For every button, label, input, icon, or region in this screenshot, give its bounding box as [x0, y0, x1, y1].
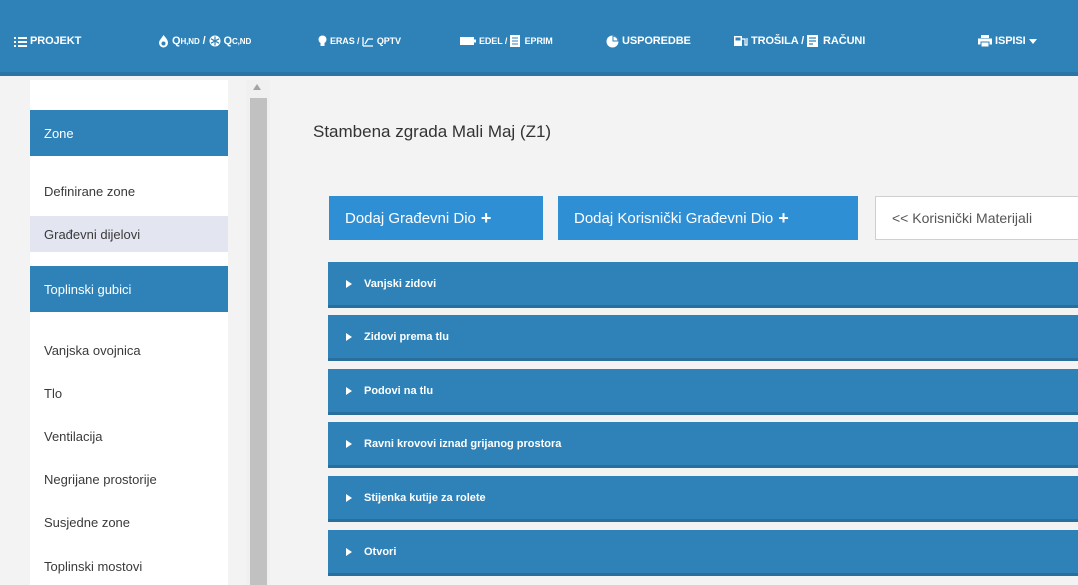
nav-edel-eprim[interactable]: EDEL / EPRIM: [460, 33, 553, 49]
korisnicki-materijali-label: << Korisnički Materijali: [892, 210, 1033, 226]
nav-projekt[interactable]: PROJEKT: [14, 33, 81, 49]
sidebar-item-vanjska-ovojnica[interactable]: Vanjska ovojnica: [30, 332, 228, 368]
panel-stijenka-kutije[interactable]: Stijenka kutije za rolete: [328, 476, 1078, 522]
fuel-pump-icon: [734, 36, 748, 46]
q-h-sub: H,ND: [180, 36, 200, 46]
scrollbar-thumb[interactable]: [250, 98, 267, 585]
nav-ispisi-dropdown[interactable]: ISPISI: [978, 33, 1040, 49]
page-title: Stambena zgrada Mali Maj (Z1): [313, 122, 552, 141]
sidebar-scrollbar[interactable]: [246, 80, 270, 585]
caret-right-icon: [346, 332, 352, 341]
sidebar-item-susjedne-zone[interactable]: Susjedne zone: [30, 504, 228, 540]
panel-ravni-krovovi[interactable]: Ravni krovovi iznad grijanog prostora: [328, 422, 1078, 468]
nav-sep: /: [199, 35, 209, 47]
sidebar-header-zone[interactable]: Zone: [30, 110, 228, 156]
caret-right-icon: [346, 386, 352, 395]
sidebar-header-toplinski-gubici[interactable]: Toplinski gubici: [30, 266, 228, 312]
plus-icon: +: [480, 207, 492, 228]
nav-eras-label: ERAS /: [330, 36, 362, 46]
sidebar-item-ventilacija[interactable]: Ventilacija: [30, 418, 228, 454]
sidebar-item-tlo[interactable]: Tlo: [30, 375, 228, 411]
sidebar-item-negrijane-prostorije[interactable]: Negrijane prostorije: [30, 461, 228, 497]
add-korisnicki-dio-label: Dodaj Korisnički Građevni Dio: [574, 209, 774, 227]
caret-right-icon: [346, 547, 352, 556]
panel-title: Otvori: [364, 545, 397, 558]
nav-trosila-racuni[interactable]: TROŠILA / RAČUNI: [734, 33, 865, 49]
nav-q-nd[interactable]: Q H,ND / Q C,ND: [158, 33, 251, 49]
nav-usporedbe[interactable]: USPOREDBE: [606, 33, 691, 49]
nav-eras-qptv[interactable]: ERAS / QPTV: [318, 33, 401, 49]
sidebar: Zone Definirane zone Građevni dijelovi T…: [0, 80, 246, 585]
flame-icon: [159, 34, 168, 47]
panel-title: Stijenka kutije za rolete: [364, 491, 486, 504]
document-icon: [509, 35, 520, 47]
printer-icon: [978, 35, 992, 47]
panel-zidovi-prema-tlu[interactable]: Zidovi prema tlu: [328, 315, 1078, 361]
sidebar-item-definirane-zone[interactable]: Definirane zone: [30, 173, 228, 209]
q-h-letter: Q: [172, 35, 181, 47]
q-c-sub: C,ND: [231, 36, 252, 46]
caret-right-icon: [346, 493, 352, 502]
invoice-icon: [807, 35, 819, 47]
nav-edel-label: EDEL /: [479, 36, 510, 46]
panel-title: Ravni krovovi iznad grijanog prostora: [364, 437, 562, 450]
pie-chart-icon: [606, 35, 619, 47]
korisnicki-materijali-button[interactable]: << Korisnički Materijali: [875, 196, 1078, 240]
panel-vanjski-zidovi[interactable]: Vanjski zidovi: [328, 262, 1078, 308]
solar-icon: [362, 36, 373, 47]
list-icon: [14, 36, 27, 47]
nav-usporedbe-label: USPOREDBE: [622, 35, 691, 47]
caret-down-icon: [1028, 38, 1037, 44]
plus-icon: +: [778, 207, 789, 228]
top-navbar: PROJEKT Q H,ND / Q C,ND ERAS / QPTV EDEL /…: [0, 0, 1078, 76]
lightbulb-icon: [318, 35, 327, 46]
add-korisnicki-dio-button[interactable]: Dodaj Korisnički Građevni Dio +: [558, 196, 858, 240]
caret-right-icon: [346, 439, 352, 448]
add-gradevni-dio-button[interactable]: Dodaj Građevni Dio +: [329, 196, 543, 240]
panel-title: Podovi na tlu: [364, 384, 434, 397]
caret-right-icon: [346, 279, 352, 288]
nav-racuni-label: RAČUNI: [823, 35, 866, 47]
sidebar-panel: Zone Definirane zone Građevni dijelovi T…: [30, 80, 228, 585]
panel-title: Zidovi prema tlu: [364, 330, 449, 343]
nav-qptv-label: QPTV: [376, 36, 401, 46]
panel-title: Vanjski zidovi: [364, 277, 437, 290]
add-gradevni-dio-label: Dodaj Građevni Dio: [345, 209, 476, 227]
nav-ispisi-label: ISPISI: [995, 35, 1026, 47]
battery-icon: [460, 37, 476, 45]
nav-eprim-label: EPRIM: [524, 36, 553, 46]
sidebar-item-gradevni-dijelovi[interactable]: Građevni dijelovi: [30, 216, 228, 252]
q-c-letter: Q: [223, 35, 233, 47]
snowflake-icon: [209, 35, 220, 47]
panel-otvori[interactable]: Otvori: [328, 530, 1078, 576]
nav-projekt-label: PROJEKT: [30, 35, 82, 47]
scroll-up-arrow-icon[interactable]: [253, 84, 261, 90]
panel-podovi-na-tlu[interactable]: Podovi na tlu: [328, 369, 1078, 415]
nav-trosila-label: TROŠILA /: [751, 35, 808, 47]
sidebar-item-toplinski-mostovi[interactable]: Toplinski mostovi: [30, 548, 228, 584]
